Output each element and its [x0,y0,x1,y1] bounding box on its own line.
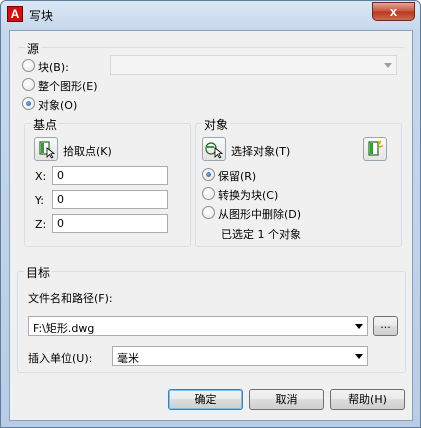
close-button[interactable]: x [372,2,415,21]
radio-entire-drawing-label: 整个图形(E) [38,80,98,93]
chevron-down-icon [384,63,392,68]
select-objects-button[interactable] [202,137,226,161]
selection-status: 已选定 1 个对象 [221,228,301,241]
radio-delete-from-drawing-label: 从图形中删除(D) [218,208,302,221]
file-path-label: 文件名和路径(F): [28,292,113,305]
radio-retain[interactable] [202,168,215,181]
radio-convert-to-block[interactable] [202,187,215,200]
help-button[interactable]: 帮助(H) [330,389,405,410]
pick-point-icon [39,141,56,159]
radio-convert-to-block-label: 转换为块(C) [218,189,279,202]
z-coordinate-field[interactable]: 0 [52,214,168,233]
chevron-down-icon [355,324,363,329]
browse-button[interactable]: ... [373,316,398,336]
dialog-body: 源 块(B): 整个图形(E) 对象(O) 基点 拾取点(K) X: 0 Y: [9,30,413,421]
pick-point-label: 拾取点(K) [63,145,112,158]
select-objects-label: 选择对象(T) [231,145,291,158]
title-bar[interactable]: A 写块 x [1,1,420,29]
z-coordinate-value: 0 [57,217,64,230]
select-objects-icon [205,142,224,159]
insert-units-combo[interactable]: 毫米 [112,346,368,366]
y-coordinate-field[interactable]: 0 [52,190,168,209]
radio-block[interactable] [22,59,35,72]
ok-button[interactable]: 确定 [168,389,243,410]
objects-group-title: 对象 [202,116,231,133]
chevron-down-icon [355,354,363,359]
z-label: Z: [35,218,47,231]
radio-retain-label: 保留(R) [218,170,257,183]
radio-block-label: 块(B): [38,61,69,74]
window-title: 写块 [29,9,54,23]
insert-units-label: 插入单位(U): [28,352,93,365]
destination-group-title: 目标 [24,264,53,281]
base-point-group-title: 基点 [31,116,60,133]
y-label: Y: [35,194,44,207]
radio-objects-label: 对象(O) [38,99,78,112]
autocad-app-icon: A [7,6,23,22]
source-group-title: 源 [25,40,42,57]
x-coordinate-value: 0 [57,169,64,182]
radio-objects[interactable] [22,97,35,110]
file-path-combo[interactable]: F:\矩形.dwg [28,316,368,336]
insert-units-value: 毫米 [117,352,139,365]
x-coordinate-field[interactable]: 0 [52,166,168,185]
quick-select-button[interactable] [363,137,387,161]
quick-select-icon [368,140,384,156]
x-label: X: [35,170,47,183]
radio-entire-drawing[interactable] [22,78,35,91]
block-name-combo[interactable] [110,55,397,75]
radio-delete-from-drawing[interactable] [202,206,215,219]
y-coordinate-value: 0 [57,193,64,206]
file-path-value: F:\矩形.dwg [33,322,95,335]
write-block-dialog: A 写块 x 源 块(B): 整个图形(E) 对象(O) 基点 拾取点(K) X… [0,0,421,428]
pick-point-button[interactable] [34,137,58,161]
cancel-button[interactable]: 取消 [249,389,324,410]
